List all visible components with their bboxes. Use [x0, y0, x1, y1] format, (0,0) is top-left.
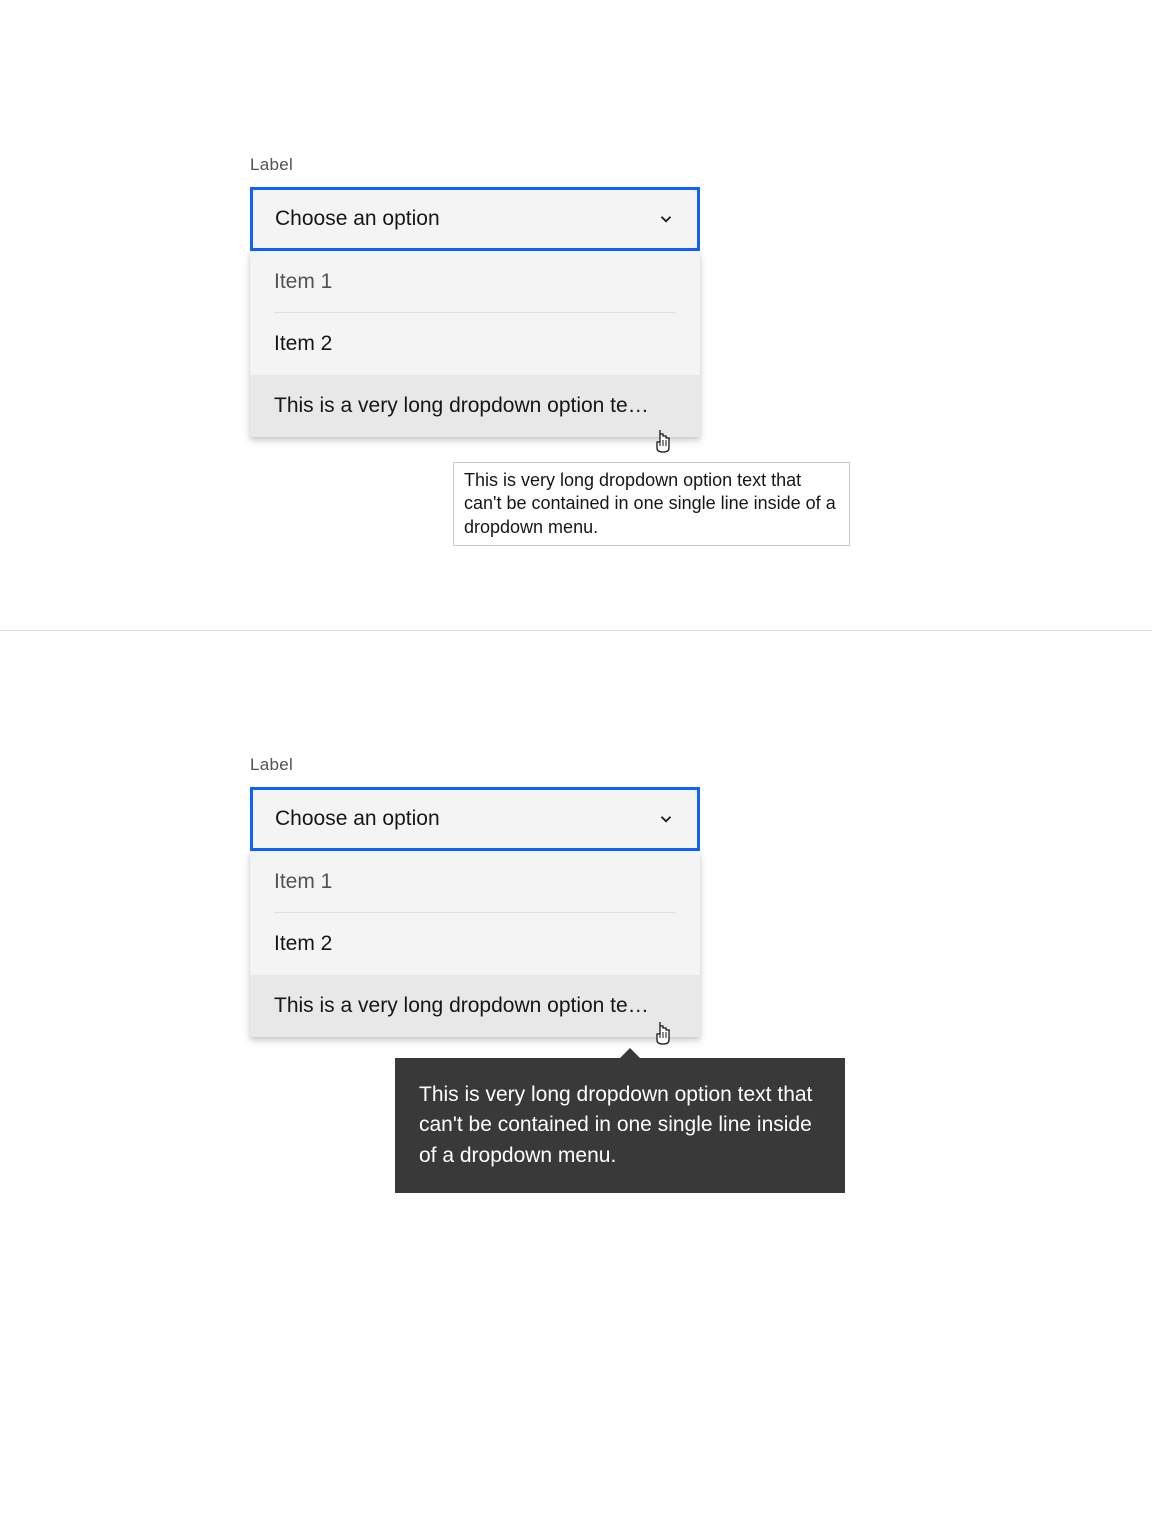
dropdown-trigger[interactable]: Choose an option	[250, 787, 700, 851]
dropdown-item[interactable]: Item 1	[250, 851, 700, 913]
section-divider	[0, 630, 1152, 631]
dropdown-item[interactable]: This is a very long dropdown option te…	[250, 375, 700, 437]
tooltip-styled: This is very long dropdown option text t…	[395, 1058, 845, 1193]
chevron-down-icon	[657, 210, 675, 228]
dropdown-item[interactable]: Item 2	[250, 313, 700, 375]
dropdown-label: Label	[250, 755, 950, 775]
tooltip-native: This is very long dropdown option text t…	[453, 462, 850, 546]
dropdown-menu: Item 1 Item 2 This is a very long dropdo…	[250, 251, 700, 437]
dropdown-trigger-text: Choose an option	[275, 207, 440, 231]
dropdown-item[interactable]: Item 2	[250, 913, 700, 975]
dropdown-trigger[interactable]: Choose an option	[250, 187, 700, 251]
dropdown-menu: Item 1 Item 2 This is a very long dropdo…	[250, 851, 700, 1037]
dropdown-item[interactable]: This is a very long dropdown option te…	[250, 975, 700, 1037]
dropdown-trigger-text: Choose an option	[275, 807, 440, 831]
dropdown-label: Label	[250, 155, 950, 175]
dropdown-example-dark-tooltip: Label Choose an option Item 1 Item 2 Thi…	[250, 755, 950, 1037]
chevron-down-icon	[657, 810, 675, 828]
dropdown-item[interactable]: Item 1	[250, 251, 700, 313]
dropdown-example-light-tooltip: Label Choose an option Item 1 Item 2 Thi…	[250, 155, 950, 437]
